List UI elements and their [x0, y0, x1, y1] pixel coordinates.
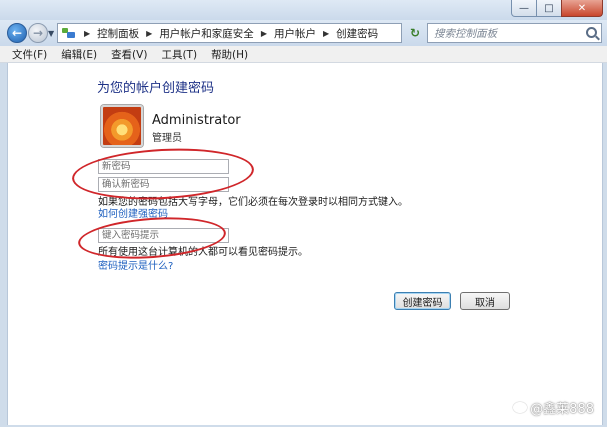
window-controls: — □ ✕: [511, 0, 603, 18]
page-title: 为您的帐户创建密码: [97, 81, 215, 96]
content-pane: 为您的帐户创建密码 Administrator 管理员 如果您的密码包括大写字母…: [7, 63, 603, 425]
breadcrumb-control-panel[interactable]: 控制面板: [94, 26, 142, 41]
recent-pages-chevron-down-icon[interactable]: ▼: [48, 29, 54, 38]
maximize-button[interactable]: □: [536, 0, 562, 17]
menu-tools[interactable]: 工具(T): [154, 47, 204, 62]
breadcrumb-user-accounts[interactable]: 用户帐户: [271, 26, 319, 41]
address-bar[interactable]: ▶ 控制面板 ▶ 用户帐户和家庭安全 ▶ 用户帐户 ▶ 创建密码: [57, 23, 402, 43]
refresh-button[interactable]: ↻: [405, 23, 425, 43]
menu-bar: 文件(F) 编辑(E) 查看(V) 工具(T) 帮助(H): [0, 46, 607, 63]
account-type: 管理员: [152, 133, 182, 144]
close-button[interactable]: ✕: [561, 0, 603, 17]
window-titlebar: — □ ✕: [0, 0, 607, 22]
menu-edit[interactable]: 编辑(E): [54, 47, 104, 62]
search-icon[interactable]: [586, 27, 597, 38]
navigation-bar: ← → ▼ ▶ 控制面板 ▶ 用户帐户和家庭安全 ▶ 用户帐户 ▶ 创建密码 ▼…: [0, 20, 607, 46]
search-box[interactable]: 搜索控制面板: [427, 23, 602, 43]
breadcrumb-chevron-right-icon[interactable]: ▶: [257, 29, 271, 38]
search-placeholder: 搜索控制面板: [434, 27, 497, 40]
chat-bubble-icon: [513, 402, 528, 413]
breadcrumb-create-password[interactable]: 创建密码: [333, 26, 381, 41]
user-avatar: [101, 105, 143, 147]
menu-help[interactable]: 帮助(H): [204, 47, 255, 62]
breadcrumb-chevron-right-icon[interactable]: ▶: [80, 29, 94, 38]
back-button[interactable]: ←: [7, 23, 27, 43]
minimize-button[interactable]: —: [511, 0, 537, 17]
breadcrumb-user-accounts-family-safety[interactable]: 用户帐户和家庭安全: [156, 26, 257, 41]
account-name: Administrator: [152, 113, 241, 128]
forward-button[interactable]: →: [28, 23, 48, 43]
watermark: @鑫莱888: [513, 398, 594, 417]
menu-view[interactable]: 查看(V): [104, 47, 154, 62]
breadcrumb-chevron-right-icon[interactable]: ▶: [319, 29, 333, 38]
watermark-text: @鑫莱888: [530, 402, 594, 417]
control-panel-icon: [62, 27, 76, 39]
create-password-button[interactable]: 创建密码: [394, 292, 451, 310]
cancel-button[interactable]: 取消: [460, 292, 510, 310]
password-hint-help-link[interactable]: 密码提示是什么?: [98, 257, 173, 272]
menu-file[interactable]: 文件(F): [5, 47, 54, 62]
breadcrumb-chevron-right-icon[interactable]: ▶: [142, 29, 156, 38]
